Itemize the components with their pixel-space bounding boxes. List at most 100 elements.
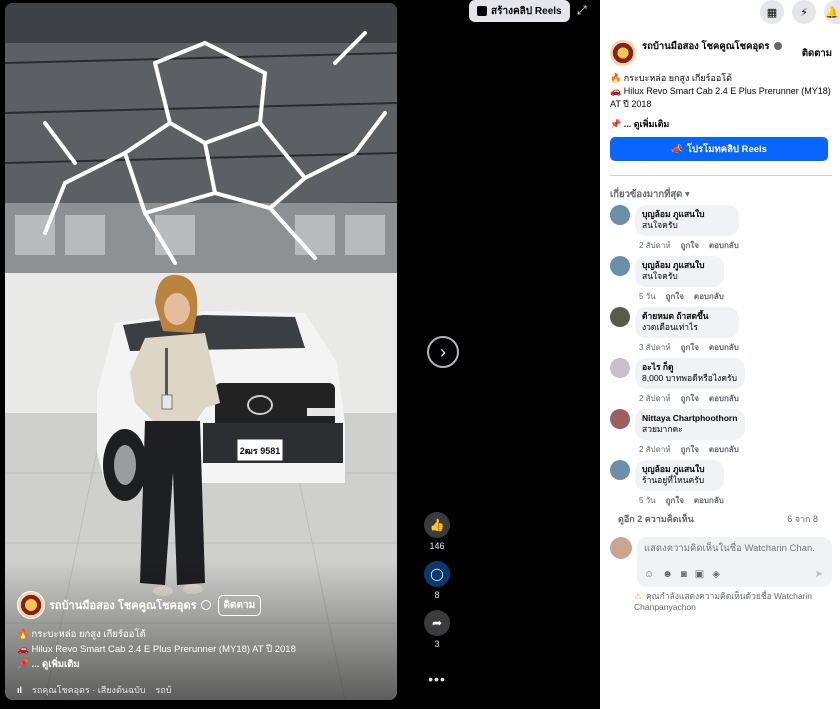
reel-video[interactable]: 2ฒร 9581 รถบ้านมือสอง โชคคูณโชคอุดร ติดต… [5, 3, 397, 700]
sort-label: เกี่ยวข้องมากที่สุด [610, 189, 683, 200]
comment-reply-link[interactable]: ตอบกลับ [709, 443, 739, 456]
comment-bubble-icon: ◯ [430, 567, 444, 581]
comment-item: อะไร ก็ดู 8,000 บาทพอดีหรือไงครับ 2 สัปด… [610, 358, 836, 409]
audio-tail: รถบ้ [155, 685, 172, 695]
comment-identity-warning: ⚠ คุณกำลังแสดงความคิดเห็นด้วยชื่อ Watcha… [634, 591, 830, 613]
reels-icon [477, 6, 487, 16]
comment-button[interactable]: ◯ [424, 561, 450, 587]
comment-action: ◯ 8 [424, 561, 450, 600]
comment-time[interactable]: 5 วัน [639, 494, 656, 507]
comment-author[interactable]: บุญล้อม ภูแสนใบ [642, 209, 731, 220]
top-nav: ▦ ⚡ 🔔 [760, 0, 840, 24]
comment-author[interactable]: บุญล้อม ภูแสนใบ [642, 464, 716, 475]
comment-input[interactable] [637, 537, 822, 560]
audio-text: รถคุณโชคอุดร · เสียงต้นฉบับ [32, 685, 146, 695]
comment-time[interactable]: 3 สัปดาห์ [639, 341, 671, 354]
like-action: 👍 146 [424, 512, 450, 551]
comment-input-box: ☺ ☻ ◙ ▣ ◈ ➤ [637, 537, 832, 587]
see-more-link[interactable]: 📌 ... ดูเพิ่มเติม [610, 117, 669, 131]
comment-like-link[interactable]: ถูกใจ [681, 392, 699, 405]
promote-reels-button[interactable]: 📣 โปรโมทคลิป Reels [610, 137, 828, 161]
send-icon[interactable]: ➤ [815, 569, 823, 580]
comment-reply-link[interactable]: ตอบกลับ [709, 392, 739, 405]
avatar-sticker-icon[interactable]: ☺ [644, 569, 654, 580]
reel-viewer: 2ฒร 9581 รถบ้านมือสอง โชคคูณโชคอุดร ติดต… [0, 0, 600, 709]
divider [610, 175, 832, 176]
create-reels-button[interactable]: สร้างคลิป Reels [469, 0, 570, 22]
video-see-more[interactable]: 📌 ... ดูเพิ่มเติม [17, 657, 387, 672]
comment-item: ด้ายหมด ถ้าสดขึ้น งวดเดือนเท่าไร 3 สัปดา… [610, 307, 836, 358]
comment-author[interactable]: อะไร ก็ดู [642, 362, 737, 373]
comment-author[interactable]: บุญล้อม ภูแสนใบ [642, 260, 716, 271]
emoji-icon[interactable]: ☻ [662, 569, 673, 580]
comment-count: 8 [434, 590, 440, 600]
sticker-icon[interactable]: ◈ [712, 569, 720, 580]
video-caption-line2: 🚗 Hilux Revo Smart Cab 2.4 E Plus Prerun… [17, 644, 296, 655]
comment-time[interactable]: 2 สัปดาห์ [639, 239, 671, 252]
license-plate: 2ฒร 9581 [240, 446, 281, 456]
menu-grid-icon[interactable]: ▦ [760, 0, 784, 24]
comment-like-link[interactable]: ถูกใจ [666, 494, 684, 507]
page-name-text[interactable]: รถบ้านมือสอง โชคคูณโชคอุดร [642, 41, 769, 52]
desc-line1: 🔥 กระบะหล่อ ยกสูง เกียร์ออโต้ [610, 73, 732, 83]
commenter-avatar[interactable] [610, 256, 630, 276]
video-follow-button[interactable]: ติดตาม [217, 594, 262, 616]
comment-item: บุญล้อม ภูแสนใบ สนใจครับ 2 สัปดาห์ ถูกใจ… [610, 205, 836, 256]
comment-sort-dropdown[interactable]: เกี่ยวข้องมากที่สุด ▾ [610, 187, 690, 202]
commenter-avatar[interactable] [610, 205, 630, 225]
next-reel-button[interactable]: › [427, 336, 459, 368]
commenter-avatar[interactable] [610, 358, 630, 378]
video-author-avatar[interactable] [17, 591, 45, 619]
camera-icon[interactable]: ◙ [681, 569, 687, 580]
video-audio[interactable]: ıl รถคุณโชคอุดร · เสียงต้นฉบับ รถบ้ [17, 683, 172, 697]
comment-bubble: บุญล้อม ภูแสนใบ สนใจครับ [635, 205, 739, 236]
messenger-icon[interactable]: ⚡ [792, 0, 816, 24]
reel-actions: 👍 146 ◯ 8 ➦ 3 ••• [423, 512, 451, 687]
view-more-comments-link[interactable]: ดูอีก 2 ความคิดเห็น [618, 512, 694, 526]
comment-text: 8,000 บาทพอดีหรือไงครับ [642, 373, 737, 383]
commenter-avatar[interactable] [610, 409, 630, 429]
comment-reply-link[interactable]: ตอบกลับ [694, 494, 724, 507]
comment-time[interactable]: 5 วัน [639, 290, 656, 303]
comment-bubble: ด้ายหมด ถ้าสดขึ้น งวดเดือนเท่าไร [635, 307, 739, 338]
follow-button[interactable]: ติดตาม [802, 46, 832, 61]
comment-like-link[interactable]: ถูกใจ [681, 239, 699, 252]
comment-like-link[interactable]: ถูกใจ [666, 290, 684, 303]
warning-text: คุณกำลังแสดงความคิดเห็นด้วยชื่อ Watchari… [634, 591, 813, 612]
gif-icon[interactable]: ▣ [695, 569, 704, 580]
expand-icon[interactable]: ⤢ [577, 3, 587, 18]
comment-time[interactable]: 2 สัปดาห์ [639, 443, 671, 456]
comment-list: บุญล้อม ภูแสนใบ สนใจครับ 2 สัปดาห์ ถูกใจ… [610, 205, 836, 511]
commenter-avatar[interactable] [610, 460, 630, 480]
chevron-right-icon: › [440, 341, 446, 362]
comment-bubble: บุญล้อม ภูแสนใบ สนใจครับ [635, 256, 724, 287]
video-caption: 🔥 กระบะหล่อ ยกสูง เกียร์ออโต้ 🚗 Hilux Re… [17, 627, 387, 672]
audio-bars-icon: ıl [17, 685, 23, 695]
globe-icon [774, 42, 783, 51]
comment-like-link[interactable]: ถูกใจ [681, 341, 699, 354]
comment-reply-link[interactable]: ตอบกลับ [709, 239, 739, 252]
warning-icon: ⚠ [634, 591, 642, 601]
comment-reply-link[interactable]: ตอบกลับ [694, 290, 724, 303]
thumbs-up-icon: 👍 [429, 518, 445, 532]
comment-author[interactable]: ด้ายหมด ถ้าสดขึ้น [642, 311, 731, 322]
more-options-icon[interactable]: ••• [428, 671, 446, 687]
comment-time[interactable]: 2 สัปดาห์ [639, 392, 671, 405]
share-action: ➦ 3 [424, 610, 450, 649]
comment-author[interactable]: Nittaya Chartphoothorn [642, 413, 737, 424]
comment-like-link[interactable]: ถูกใจ [681, 443, 699, 456]
comment-item: Nittaya Chartphoothorn สวยมากคะ 2 สัปดาห… [610, 409, 836, 460]
like-button[interactable]: 👍 [424, 512, 450, 538]
like-count: 146 [429, 541, 445, 551]
comment-composer: ☺ ☻ ◙ ▣ ◈ ➤ [610, 537, 832, 587]
page-avatar[interactable] [610, 40, 636, 66]
notifications-icon[interactable]: 🔔 [824, 0, 840, 24]
commenter-avatar[interactable] [610, 307, 630, 327]
video-caption-line1: 🔥 กระบะหล่อ ยกสูง เกียร์ออโต้ [17, 629, 146, 640]
page-name[interactable]: รถบ้านมือสอง โชคคูณโชคอุดร [642, 40, 792, 53]
video-author-name[interactable]: รถบ้านมือสอง โชคคูณโชคอุดร [49, 596, 197, 614]
comment-reply-link[interactable]: ตอบกลับ [709, 341, 739, 354]
share-button[interactable]: ➦ [424, 610, 450, 636]
current-user-avatar[interactable] [610, 537, 632, 559]
composer-tools: ☺ ☻ ◙ ▣ ◈ [644, 569, 720, 580]
